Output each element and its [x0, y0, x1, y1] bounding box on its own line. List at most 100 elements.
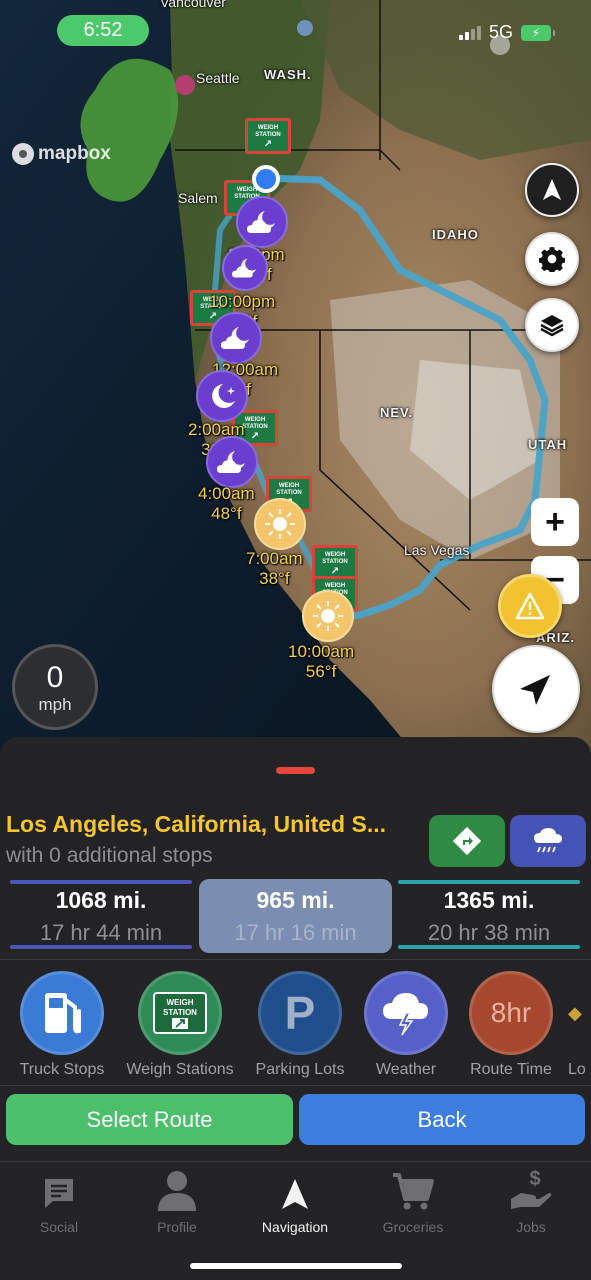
route-distance: 965 mi. — [256, 887, 335, 913]
back-button[interactable]: Back — [299, 1094, 585, 1145]
cloud-moon-icon — [247, 211, 275, 233]
svg-text:WEIGH: WEIGH — [166, 998, 193, 1007]
route-option-2[interactable]: 965 mi. 17 hr 16 min — [199, 879, 392, 953]
sun-icon — [265, 509, 295, 539]
route-distance: 1068 mi. — [55, 887, 147, 913]
svg-text:STATION: STATION — [163, 1008, 197, 1017]
category-truck-stops[interactable]: Truck Stops — [15, 971, 109, 1079]
chat-icon — [0, 1167, 118, 1211]
route-distance: 1365 mi. — [443, 887, 535, 913]
person-icon — [118, 1167, 236, 1211]
select-route-button[interactable]: Select Route — [6, 1094, 293, 1145]
weigh-station-icon: WEIGH STATION — [138, 971, 222, 1055]
tab-jobs[interactable]: $ Jobs — [472, 1167, 590, 1235]
weather-marker-label: 10:00am 56°f — [288, 642, 355, 681]
partial-icon: ◆ — [568, 1002, 582, 1023]
route-option-3[interactable]: 1365 mi. 20 hr 38 min — [398, 877, 580, 953]
mapbox-logo: mapbox — [12, 143, 111, 165]
parking-icon: P — [258, 971, 342, 1055]
recenter-button[interactable] — [492, 645, 580, 733]
rain-cloud-icon — [534, 828, 562, 853]
navigation-arrow-icon — [236, 1167, 354, 1211]
weather-overlay-button[interactable] — [510, 815, 586, 867]
sheet-drag-handle[interactable] — [276, 767, 315, 774]
compass-button[interactable] — [525, 163, 579, 217]
moon-stars-icon — [212, 384, 235, 408]
divider — [0, 1085, 591, 1086]
route-options: 1068 mi. 17 hr 44 min 965 mi. 17 hr 16 m… — [0, 875, 591, 959]
route-color-bar — [10, 945, 192, 949]
weather-marker[interactable] — [196, 370, 248, 422]
tab-groceries[interactable]: Groceries — [354, 1167, 472, 1235]
city-label-las-vegas: Las Vegas — [404, 542, 470, 558]
weather-marker[interactable] — [222, 245, 268, 291]
route-duration: 17 hr 16 min — [234, 920, 357, 945]
tab-social[interactable]: Social — [0, 1167, 118, 1235]
layers-icon — [540, 315, 564, 337]
signal-icon — [458, 25, 481, 40]
route-color-bar — [398, 880, 580, 884]
directions-button[interactable] — [429, 815, 505, 867]
category-weigh-stations[interactable]: WEIGH STATION Weigh Stations — [125, 971, 235, 1079]
weigh-station-marker[interactable]: WEIGH STATION↗ — [245, 118, 291, 154]
compass-arrow-icon — [543, 179, 561, 200]
city-label-salem: Salem — [178, 190, 218, 206]
route-sheet: Los Angeles, California, United S... wit… — [0, 737, 591, 1280]
weather-marker[interactable] — [302, 590, 354, 642]
map-view[interactable]: Vancouver Seattle Salem Las Vegas WASH. … — [0, 0, 591, 760]
divider — [0, 959, 591, 960]
map-layers-button[interactable] — [525, 298, 579, 352]
weather-marker[interactable] — [254, 498, 306, 550]
stops-subtitle: with 0 additional stops — [6, 844, 213, 867]
cloud-moon-icon — [217, 451, 245, 473]
speed-unit: mph — [38, 695, 72, 714]
money-hand-icon: $ — [472, 1167, 590, 1211]
destination-title: Los Angeles, California, United S... — [6, 811, 386, 837]
cart-icon — [354, 1167, 472, 1211]
route-duration: 17 hr 44 min — [39, 920, 163, 945]
cloud-moon-icon — [232, 258, 257, 278]
weather-marker-label: 4:00am 48°f — [198, 484, 255, 523]
weather-marker[interactable] — [236, 196, 288, 248]
battery-charging-icon: ⚡ — [521, 24, 555, 41]
current-location-dot — [252, 165, 280, 193]
mapbox-logo-text: mapbox — [38, 143, 111, 164]
tab-bar: Social Profile Navigation Groceries $ Jo… — [0, 1167, 591, 1247]
weather-marker[interactable] — [206, 436, 258, 488]
route-option-1[interactable]: 1068 mi. 17 hr 44 min — [10, 877, 192, 953]
status-indicators: 5G ⚡ — [458, 22, 555, 43]
status-time: 6:52 — [57, 15, 149, 46]
state-label-nevada: NEV. — [380, 405, 414, 420]
route-color-bar — [10, 880, 192, 884]
storm-cloud-icon — [364, 971, 448, 1055]
tab-navigation[interactable]: Navigation — [236, 1167, 354, 1235]
city-label-vancouver: Vancouver — [160, 0, 226, 10]
category-parking-lots[interactable]: P Parking Lots — [252, 971, 348, 1079]
category-route-time[interactable]: 8hr Route Time — [466, 971, 556, 1079]
navigation-arrow-icon — [520, 675, 550, 705]
zoom-in-button[interactable]: + — [531, 498, 579, 546]
weather-marker-label: 7:00am 38°f — [246, 549, 303, 588]
cloud-moon-icon — [221, 327, 249, 349]
route-duration: 20 hr 38 min — [427, 920, 551, 945]
hazard-alert-button[interactable] — [498, 574, 562, 638]
sun-icon — [313, 601, 343, 631]
city-label-seattle: Seattle — [196, 70, 240, 86]
category-partial[interactable]: ◆ Lo — [568, 971, 591, 1079]
state-label-washington: WASH. — [264, 67, 312, 82]
fuel-pump-icon — [20, 971, 104, 1055]
tab-profile[interactable]: Profile — [118, 1167, 236, 1235]
route-time-value: 8hr — [490, 997, 532, 1028]
warning-triangle-icon — [515, 592, 545, 620]
divider — [0, 1161, 591, 1162]
poi-category-row: Truck Stops WEIGH STATION Weigh Stations … — [0, 971, 591, 1083]
mapbox-logo-icon — [12, 143, 34, 165]
state-label-utah: UTAH — [528, 437, 568, 452]
svg-text:$: $ — [529, 1168, 540, 1190]
home-indicator — [190, 1263, 402, 1269]
category-weather[interactable]: Weather — [362, 971, 450, 1079]
weather-marker[interactable] — [210, 312, 262, 364]
settings-button[interactable] — [525, 232, 579, 286]
state-label-idaho: IDAHO — [432, 227, 479, 242]
stopwatch-icon: 8hr — [469, 971, 553, 1055]
